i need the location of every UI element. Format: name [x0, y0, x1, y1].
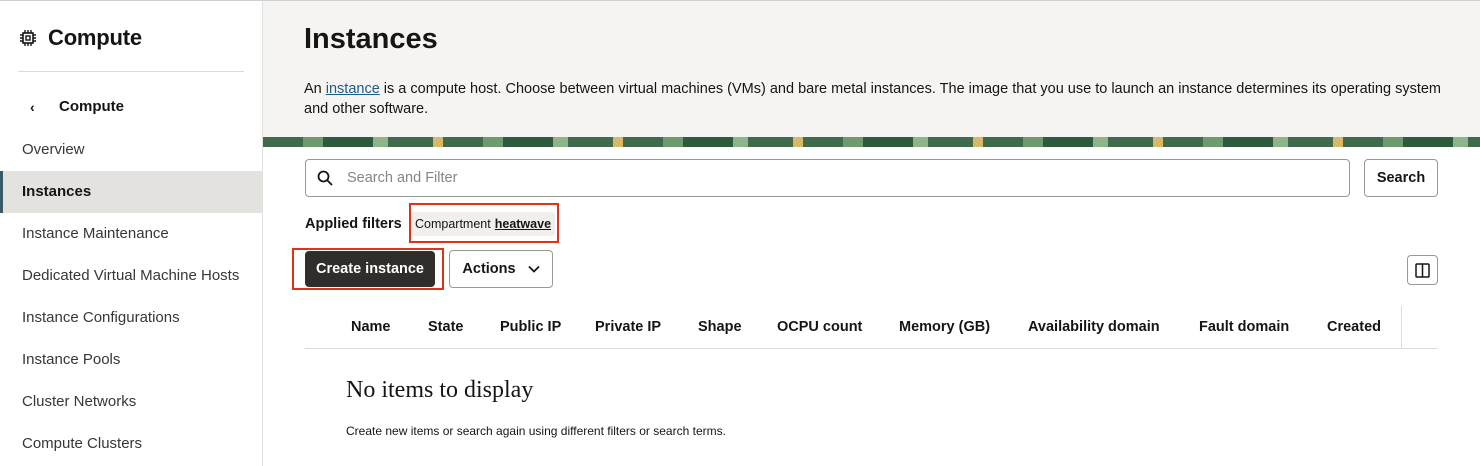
filter-chip-key: Compartment — [415, 217, 491, 231]
column-divider — [1401, 306, 1402, 349]
columns-toggle-button[interactable] — [1407, 255, 1438, 285]
applied-filters-label: Applied filters — [305, 216, 402, 232]
column-header-fault-domain[interactable]: Fault domain — [1199, 306, 1289, 349]
sidebar-item-instances[interactable]: Instances — [0, 171, 262, 213]
empty-state-text: Create new items or search again using d… — [346, 424, 726, 438]
empty-state-title: No items to display — [346, 377, 534, 403]
sidebar-item-dedicated-vm-hosts[interactable]: Dedicated Virtual Machine Hosts — [0, 255, 262, 297]
column-header-memory[interactable]: Memory (GB) — [899, 306, 990, 349]
search-input[interactable] — [347, 161, 1349, 195]
sidebar-header: Compute — [18, 25, 142, 51]
sidebar: Compute ‹ Compute Overview Instances Ins… — [0, 1, 263, 466]
main-content: Instances An instance is a compute host.… — [263, 1, 1480, 466]
column-header-public-ip[interactable]: Public IP — [500, 306, 561, 349]
sidebar-divider — [18, 71, 244, 72]
column-header-shape[interactable]: Shape — [698, 306, 742, 349]
columns-icon — [1415, 262, 1430, 278]
page-description: An instance is a compute host. Choose be… — [304, 79, 1444, 119]
column-header-created[interactable]: Created — [1327, 306, 1381, 349]
sidebar-nav-list: Overview Instances Instance Maintenance … — [0, 129, 262, 465]
chevron-down-icon — [527, 265, 540, 273]
actions-label: Actions — [462, 261, 516, 277]
compartment-filter-chip[interactable]: Compartment heatwave — [411, 212, 556, 236]
decorative-banner — [263, 137, 1480, 147]
filter-chip-value[interactable]: heatwave — [495, 217, 551, 231]
search-icon — [317, 170, 333, 186]
column-header-availability-domain[interactable]: Availability domain — [1028, 306, 1160, 349]
page-title: Instances — [304, 23, 438, 55]
column-header-name[interactable]: Name — [351, 306, 391, 349]
description-suffix: is a compute host. Choose between virtua… — [304, 81, 1441, 117]
actions-dropdown-button[interactable]: Actions — [449, 250, 553, 288]
chevron-left-icon: ‹ — [30, 98, 35, 115]
table-header-row: Name State Public IP Private IP Shape OC… — [305, 306, 1438, 349]
column-header-state[interactable]: State — [428, 306, 463, 349]
column-header-ocpu-count[interactable]: OCPU count — [777, 306, 862, 349]
page-header: Instances An instance is a compute host.… — [263, 1, 1480, 138]
chip-icon — [18, 28, 38, 48]
sidebar-item-overview[interactable]: Overview — [0, 129, 262, 171]
sidebar-item-instance-pools[interactable]: Instance Pools — [0, 339, 262, 381]
create-instance-button[interactable]: Create instance — [305, 251, 435, 287]
back-label: Compute — [59, 98, 124, 115]
instance-docs-link[interactable]: instance — [326, 81, 380, 97]
column-header-private-ip[interactable]: Private IP — [595, 306, 661, 349]
sidebar-item-instance-maintenance[interactable]: Instance Maintenance — [0, 213, 262, 255]
search-button[interactable]: Search — [1364, 159, 1438, 197]
sidebar-item-cluster-networks[interactable]: Cluster Networks — [0, 381, 262, 423]
sidebar-item-compute-clusters[interactable]: Compute Clusters — [0, 423, 262, 465]
search-field[interactable] — [305, 159, 1350, 197]
back-to-compute-link[interactable]: ‹ Compute — [30, 98, 124, 115]
sidebar-item-instance-configurations[interactable]: Instance Configurations — [0, 297, 262, 339]
description-prefix: An — [304, 81, 326, 97]
sidebar-title: Compute — [48, 25, 142, 50]
